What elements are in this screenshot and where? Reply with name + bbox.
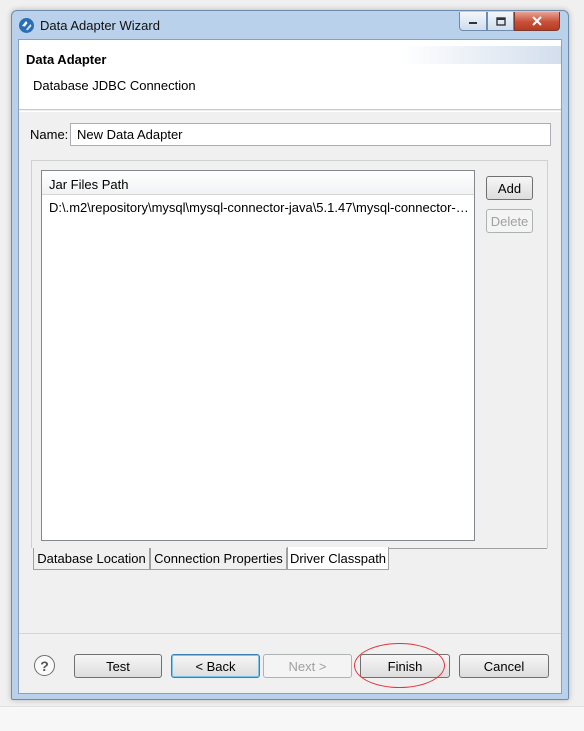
- maximize-button[interactable]: [487, 12, 514, 31]
- close-button[interactable]: [514, 12, 560, 31]
- add-button[interactable]: Add: [486, 176, 533, 200]
- jaspersoft-logo-icon: [19, 18, 34, 33]
- back-button[interactable]: < Back: [171, 654, 260, 678]
- help-button[interactable]: ?: [34, 655, 55, 676]
- background-strip: [0, 706, 584, 731]
- tab-driver-classpath[interactable]: Driver Classpath: [287, 547, 389, 570]
- delete-button[interactable]: Delete: [486, 209, 533, 233]
- minimize-button[interactable]: [459, 12, 487, 31]
- page-subtitle: Database JDBC Connection: [33, 78, 196, 93]
- page-title: Data Adapter: [26, 52, 107, 67]
- cancel-button[interactable]: Cancel: [459, 654, 549, 678]
- help-icon: ?: [40, 657, 49, 674]
- test-button[interactable]: Test: [74, 654, 162, 678]
- finish-button[interactable]: Finish: [360, 654, 450, 678]
- wizard-header: [19, 40, 561, 110]
- maximize-icon: [495, 16, 506, 26]
- window-title: Data Adapter Wizard: [40, 18, 160, 33]
- name-label: Name:: [30, 127, 69, 142]
- minimize-icon: [469, 22, 477, 24]
- header-divider: [19, 111, 561, 112]
- column-header-jar-files-path[interactable]: Jar Files Path: [49, 177, 128, 192]
- tab-database-location[interactable]: Database Location: [33, 548, 150, 570]
- name-input[interactable]: [70, 123, 551, 146]
- table-row[interactable]: D:\.m2\repository\mysql\mysql-connector-…: [49, 200, 469, 215]
- next-button[interactable]: Next >: [263, 654, 352, 678]
- footer-divider: [19, 633, 561, 634]
- tab-connection-properties[interactable]: Connection Properties: [150, 548, 287, 570]
- close-icon: [532, 16, 542, 26]
- jar-files-table[interactable]: [41, 170, 475, 541]
